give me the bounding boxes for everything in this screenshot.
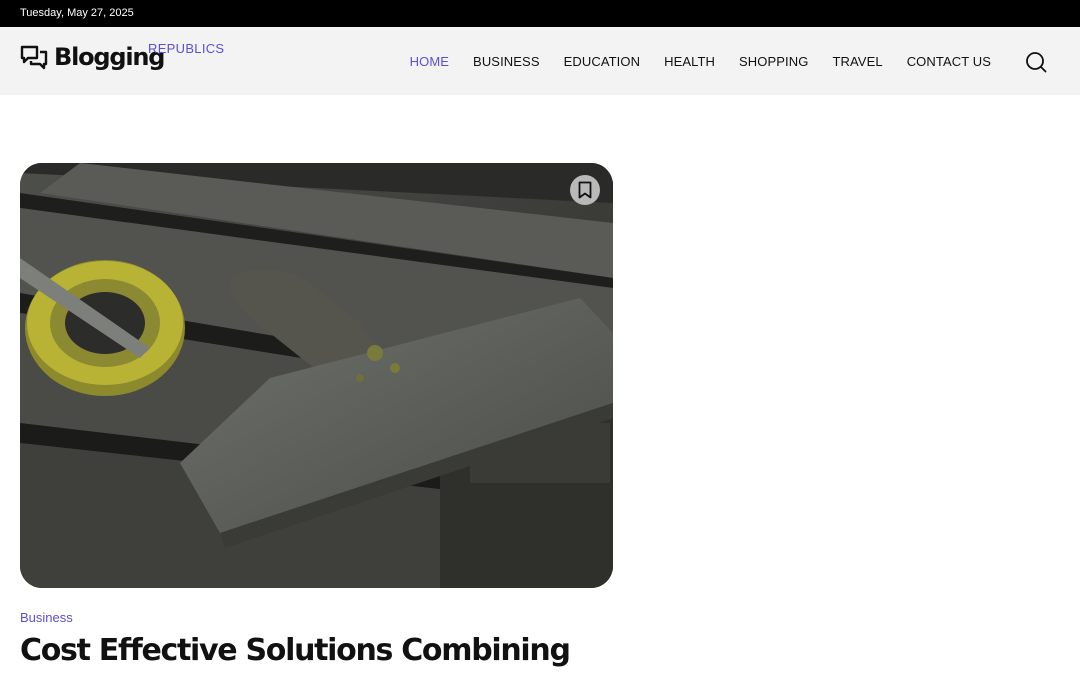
nav-item-health[interactable]: HEALTH: [664, 54, 715, 69]
site-header: Blogging REPUBLICS HOME BUSINESS EDUCATI…: [0, 27, 1080, 95]
top-bar: Tuesday, May 27, 2025: [0, 0, 1080, 27]
article-category[interactable]: Business: [20, 610, 73, 625]
nav-item-travel[interactable]: TRAVEL: [832, 54, 882, 69]
nav-item-home[interactable]: HOME: [410, 54, 449, 69]
brand-tagline: REPUBLICS: [148, 41, 225, 56]
current-date: Tuesday, May 27, 2025: [20, 7, 134, 19]
nav-item-shopping[interactable]: SHOPPING: [739, 54, 808, 69]
bookmark-button[interactable]: [570, 175, 600, 205]
chat-bubbles-icon: [20, 45, 48, 70]
nav-item-education[interactable]: EDUCATION: [564, 54, 641, 69]
nav-item-contact-us[interactable]: CONTACT US: [907, 54, 991, 69]
main-nav: HOME BUSINESS EDUCATION HEALTH SHOPPING …: [410, 54, 991, 69]
article-featured-image[interactable]: [20, 163, 613, 588]
article-title[interactable]: Cost Effective Solutions Combining: [20, 633, 571, 668]
tools-on-wood-photo: [20, 163, 613, 588]
bookmark-icon: [578, 181, 592, 199]
search-icon[interactable]: [1025, 51, 1047, 73]
nav-item-business[interactable]: BUSINESS: [473, 54, 540, 69]
